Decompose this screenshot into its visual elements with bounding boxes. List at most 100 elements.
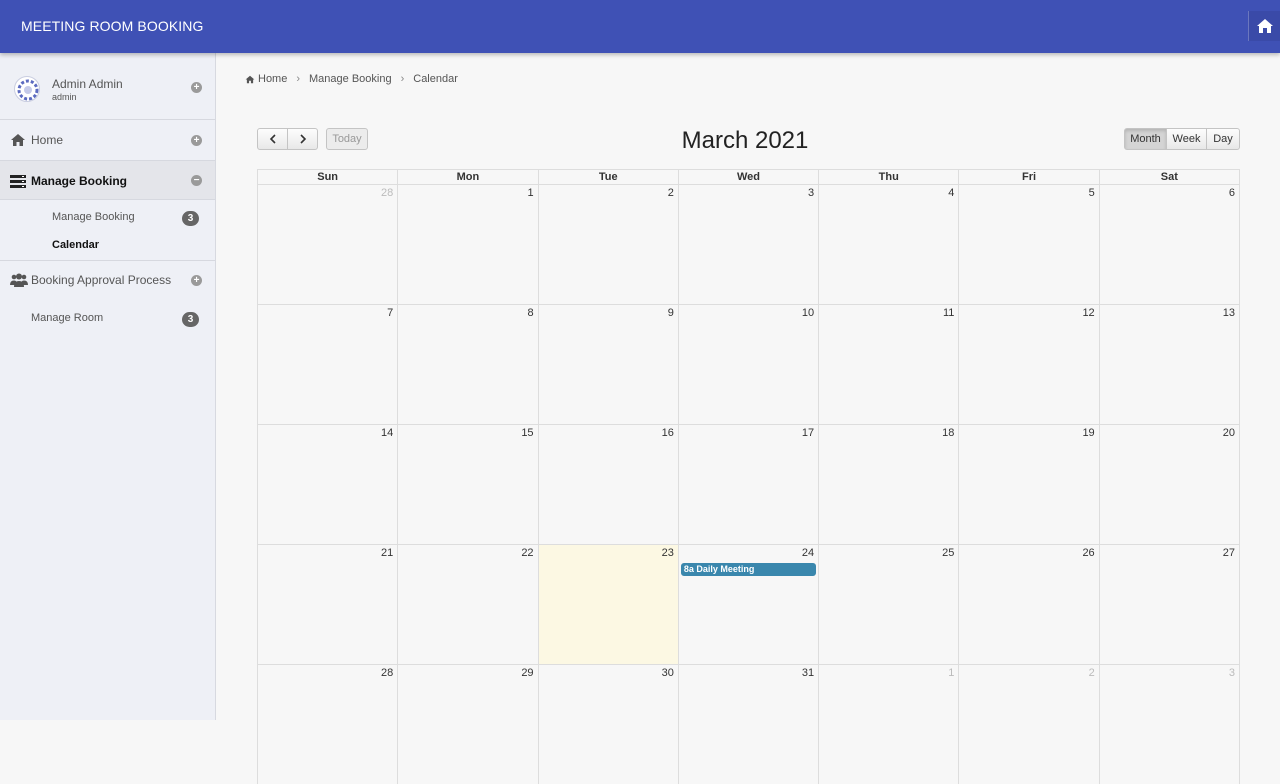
- calendar-day-cell[interactable]: 27: [1099, 545, 1240, 664]
- calendar-day-cell[interactable]: 3: [678, 185, 820, 304]
- calendar-day-cell[interactable]: 9: [538, 305, 679, 424]
- day-number[interactable]: 19: [1082, 427, 1094, 439]
- calendar-day-cell[interactable]: 22: [398, 545, 539, 664]
- calendar-day-cell[interactable]: 5: [959, 185, 1100, 304]
- chevron-right-icon: [299, 134, 306, 144]
- calendar-day-cell[interactable]: 18: [819, 425, 960, 544]
- view-week-button[interactable]: Week: [1166, 128, 1207, 150]
- breadcrumb-home[interactable]: Home: [258, 73, 287, 85]
- day-number[interactable]: 14: [381, 427, 393, 439]
- calendar-day-cell[interactable]: 31: [678, 665, 820, 784]
- day-number[interactable]: 7: [387, 307, 393, 319]
- day-number[interactable]: 1: [527, 187, 533, 199]
- day-number[interactable]: 18: [942, 427, 954, 439]
- day-number[interactable]: 26: [1082, 547, 1094, 559]
- calendar-day-cell-today[interactable]: 23: [538, 545, 679, 664]
- day-number[interactable]: 28: [381, 187, 393, 199]
- day-number[interactable]: 21: [381, 547, 393, 559]
- sidebar-item-manage-room[interactable]: Manage Room: [31, 312, 103, 324]
- day-number[interactable]: 2: [1089, 667, 1095, 679]
- calendar-day-cell[interactable]: 28: [258, 665, 399, 784]
- day-number[interactable]: 24: [802, 547, 814, 559]
- calendar-day-cell[interactable]: 20: [1099, 425, 1240, 544]
- day-number[interactable]: 17: [802, 427, 814, 439]
- calendar-day-cell[interactable]: 15: [398, 425, 539, 544]
- calendar-day-cell[interactable]: 1: [398, 185, 539, 304]
- day-number[interactable]: 28: [381, 667, 393, 679]
- calendar-day-cell[interactable]: 10: [678, 305, 820, 424]
- calendar-day-cell[interactable]: 26: [959, 545, 1100, 664]
- sidebar-item-label: Booking Approval Process: [31, 273, 172, 287]
- calendar-day-cell[interactable]: 24 8a Daily Meeting: [678, 545, 820, 664]
- view-month-button[interactable]: Month: [1124, 128, 1167, 150]
- day-number[interactable]: 30: [662, 667, 674, 679]
- calendar-day-cell[interactable]: 11: [819, 305, 960, 424]
- sidebar-item-booking-approval[interactable]: Booking Approval Process +: [0, 260, 215, 300]
- day-number[interactable]: 11: [943, 307, 954, 319]
- day-number[interactable]: 13: [1223, 307, 1235, 319]
- calendar-day-cell[interactable]: 29: [398, 665, 539, 784]
- day-number[interactable]: 29: [521, 667, 533, 679]
- calendar-day-cell[interactable]: 30: [538, 665, 679, 784]
- day-number[interactable]: 2: [668, 187, 674, 199]
- day-number[interactable]: 3: [1229, 667, 1235, 679]
- day-number[interactable]: 8: [527, 307, 533, 319]
- calendar-day-cell[interactable]: 13: [1099, 305, 1240, 424]
- calendar-day-cell[interactable]: 7: [258, 305, 399, 424]
- calendar-day-cell[interactable]: 2: [538, 185, 679, 304]
- day-number[interactable]: 23: [662, 547, 674, 559]
- view-day-button[interactable]: Day: [1206, 128, 1240, 150]
- weekday-header: Fri: [959, 170, 1100, 185]
- sidebar-item-home[interactable]: Home +: [0, 120, 215, 160]
- calendar-day-cell[interactable]: 16: [538, 425, 679, 544]
- day-number[interactable]: 3: [808, 187, 814, 199]
- home-button[interactable]: [1248, 11, 1280, 41]
- today-button[interactable]: Today: [326, 128, 368, 150]
- day-number[interactable]: 6: [1229, 187, 1235, 199]
- calendar-day-cell[interactable]: 17: [678, 425, 820, 544]
- calendar-day-cell[interactable]: 28: [258, 185, 399, 304]
- day-number[interactable]: 20: [1223, 427, 1235, 439]
- day-number[interactable]: 22: [521, 547, 533, 559]
- weekday-header-row: Sun Mon Tue Wed Thu Fri Sat: [257, 169, 1240, 185]
- calendar-day-cell[interactable]: 2: [959, 665, 1100, 784]
- expand-plus-icon[interactable]: +: [191, 135, 202, 146]
- day-number[interactable]: 10: [802, 307, 814, 319]
- day-number[interactable]: 31: [802, 667, 814, 679]
- day-number[interactable]: 12: [1082, 307, 1094, 319]
- day-number[interactable]: 16: [662, 427, 674, 439]
- day-number[interactable]: 9: [668, 307, 674, 319]
- expand-plus-icon[interactable]: +: [191, 82, 202, 93]
- day-number[interactable]: 5: [1089, 187, 1095, 199]
- collapse-minus-icon[interactable]: −: [191, 175, 202, 186]
- calendar-day-cell[interactable]: 12: [959, 305, 1100, 424]
- calendar-day-cell[interactable]: 19: [959, 425, 1100, 544]
- home-icon: [11, 134, 25, 146]
- sidebar-subitem-calendar[interactable]: Calendar: [52, 239, 99, 251]
- calendar-day-cell[interactable]: 14: [258, 425, 399, 544]
- calendar-day-cell[interactable]: 25: [819, 545, 960, 664]
- sidebar-item-manage-booking[interactable]: Manage Booking −: [0, 160, 215, 200]
- calendar-day-cell[interactable]: 8: [398, 305, 539, 424]
- user-role: admin: [52, 92, 77, 102]
- day-number[interactable]: 25: [942, 547, 954, 559]
- prev-month-button[interactable]: [257, 128, 288, 150]
- day-number[interactable]: 27: [1223, 547, 1235, 559]
- next-month-button[interactable]: [287, 128, 318, 150]
- calendar-day-cell[interactable]: 4: [819, 185, 960, 304]
- day-number[interactable]: 15: [521, 427, 533, 439]
- calendar-day-cell[interactable]: 1: [819, 665, 960, 784]
- day-number[interactable]: 4: [948, 187, 954, 199]
- calendar-day-cell[interactable]: 6: [1099, 185, 1240, 304]
- breadcrumb-manage-booking[interactable]: Manage Booking: [309, 73, 392, 85]
- calendar-day-cell[interactable]: 21: [258, 545, 399, 664]
- expand-plus-icon[interactable]: +: [191, 275, 202, 286]
- calendar-event[interactable]: 8a Daily Meeting: [680, 563, 817, 576]
- user-panel[interactable]: Admin Admin admin +: [0, 53, 215, 120]
- sidebar-item-label: Manage Booking: [31, 174, 128, 188]
- weekday-header: Tue: [539, 170, 679, 185]
- sidebar-subitem-manage-booking[interactable]: Manage Booking: [52, 211, 135, 223]
- calendar-day-cell[interactable]: 3: [1099, 665, 1240, 784]
- day-number[interactable]: 1: [948, 667, 954, 679]
- app-title[interactable]: MEETING ROOM BOOKING: [21, 18, 203, 34]
